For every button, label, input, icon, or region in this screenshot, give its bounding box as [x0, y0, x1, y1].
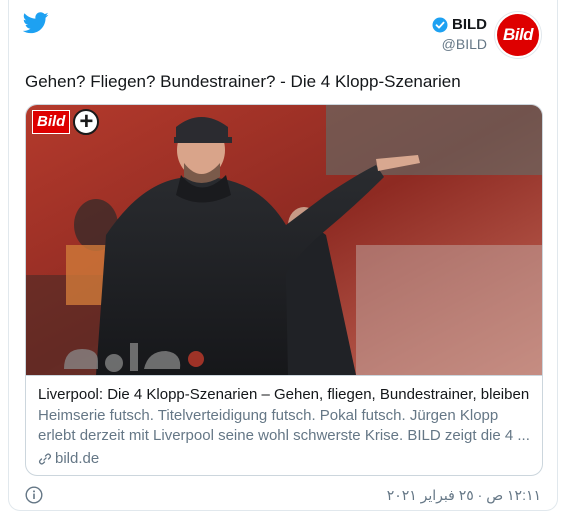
bild-plus-badge: Bild + [32, 109, 100, 135]
card-body[interactable]: Liverpool: Die 4 Klopp-Szenarien – Gehen… [26, 375, 542, 475]
card-domain[interactable]: bild.de [38, 450, 530, 467]
author-handle[interactable]: @BILD [432, 36, 487, 52]
link-card[interactable]: Bild + Liverpool: Die 4 Klopp-Szenarien … [25, 104, 543, 476]
link-icon [38, 452, 52, 465]
card-title[interactable]: Liverpool: Die 4 Klopp-Szenarien – Gehen… [38, 386, 530, 403]
author-name[interactable]: BILD [452, 16, 487, 33]
card-domain-text[interactable]: bild.de [55, 450, 99, 467]
tweet-text: Gehen? Fliegen? Bundestrainer? - Die 4 K… [25, 72, 461, 91]
bild-plus-logo: Bild [32, 110, 71, 134]
author-block[interactable]: BILD @BILD [432, 16, 487, 52]
plus-sign: + [73, 109, 100, 135]
info-icon[interactable] [25, 486, 43, 504]
watermark-logo [64, 343, 204, 372]
tweet-timestamp[interactable]: ١٢:١١ ص · ٢٥ فبراير ٢٠٢١ [387, 487, 541, 504]
avatar-logo-text: Bild [502, 25, 534, 44]
card-description: Heimserie futsch. Titelverteidigung futs… [38, 407, 530, 444]
tweet-embed: BILD @BILD Bild Gehen? Fliegen? Bundestr… [8, 0, 558, 511]
twitter-bird-icon[interactable] [23, 12, 49, 34]
avatar[interactable]: Bild [495, 12, 541, 58]
verified-icon [432, 17, 448, 32]
